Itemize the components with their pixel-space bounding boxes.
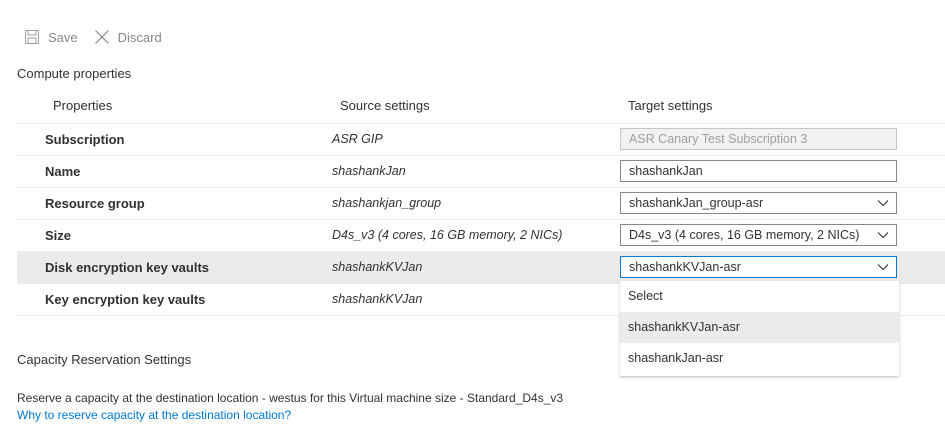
capacity-reservation-description: Reserve a capacity at the destination lo… (17, 391, 564, 405)
chevron-down-icon (877, 232, 889, 239)
row-source-value: D4s_v3 (4 cores, 16 GB memory, 2 NICs) (332, 228, 563, 242)
save-button[interactable]: Save (24, 29, 78, 45)
row-label: Resource group (45, 196, 145, 211)
row-label: Size (45, 228, 72, 243)
capacity-reservation-title: Capacity Reservation Settings (17, 352, 192, 367)
subscription-field (620, 128, 897, 150)
save-label: Save (48, 29, 78, 45)
dropdown-options-list: Select shashankKVJan-asr shashankJan-asr (620, 281, 899, 376)
table-row-subscription: Subscription ASR GIP (17, 123, 945, 156)
column-header-source: Source settings (340, 98, 430, 113)
table-row-resource-group: Resource group shashankjan_group shashan… (17, 188, 945, 220)
resource-group-dropdown[interactable]: shashankJan_group-asr (620, 192, 897, 214)
column-header-properties: Properties (53, 98, 113, 113)
chevron-down-icon (877, 264, 889, 271)
dropdown-value: shashankJan_group-asr (629, 196, 764, 210)
close-icon (94, 29, 110, 45)
row-source-value: shashankKVJan (332, 292, 423, 306)
table-row-size: Size D4s_v3 (4 cores, 16 GB memory, 2 NI… (17, 220, 945, 252)
row-source-value: shashankJan (332, 164, 406, 178)
command-bar: Save Discard (24, 26, 162, 48)
compute-properties-title: Compute properties (17, 66, 132, 81)
row-label: Subscription (45, 132, 125, 147)
dropdown-option-shashankjan-asr[interactable]: shashankJan-asr (620, 343, 899, 374)
row-label: Disk encryption key vaults (45, 260, 210, 275)
row-label: Name (45, 164, 81, 179)
column-header-target: Target settings (628, 98, 713, 113)
table-row-name: Name shashankJan (17, 156, 945, 188)
dropdown-option-shashankkvjan-asr[interactable]: shashankKVJan-asr (620, 312, 899, 343)
disk-encryption-key-vault-dropdown[interactable]: shashankKVJan-asr (620, 256, 897, 278)
row-source-value: shashankKVJan (332, 260, 423, 274)
size-dropdown[interactable]: D4s_v3 (4 cores, 16 GB memory, 2 NICs) (620, 224, 897, 246)
row-source-value: shashankjan_group (332, 196, 442, 210)
row-source-value: ASR GIP (332, 132, 383, 146)
discard-label: Discard (117, 29, 162, 45)
table-row-disk-encryption-key-vaults: Disk encryption key vaults shashankKVJan… (17, 252, 945, 284)
dropdown-value: D4s_v3 (4 cores, 16 GB memory, 2 NICs) (629, 228, 860, 242)
row-label: Key encryption key vaults (45, 292, 206, 307)
reserve-capacity-info-link[interactable]: Why to reserve capacity at the destinati… (17, 408, 291, 422)
save-icon (24, 29, 40, 45)
name-input[interactable] (620, 160, 897, 182)
dropdown-option-select[interactable]: Select (620, 281, 899, 312)
discard-button[interactable]: Discard (94, 29, 162, 45)
chevron-down-icon (877, 200, 889, 207)
dropdown-value: shashankKVJan-asr (629, 260, 741, 274)
